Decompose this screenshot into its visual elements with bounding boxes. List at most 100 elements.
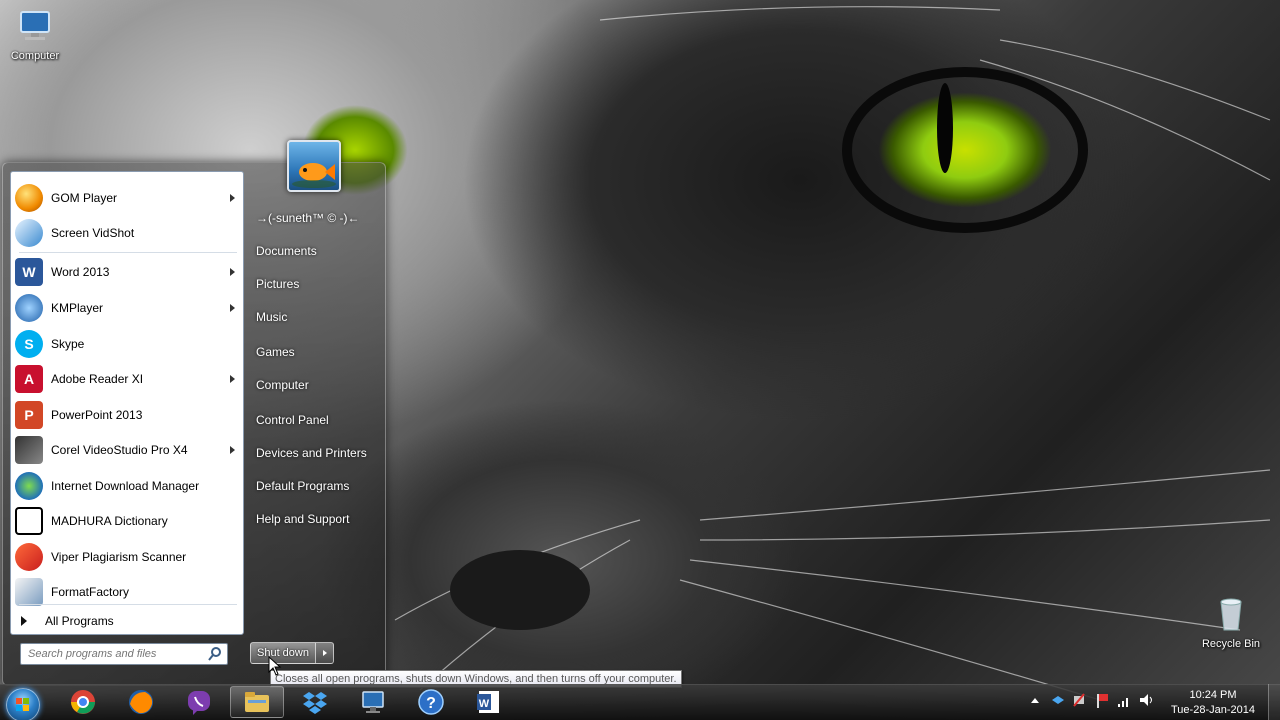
- start-item-devices-printers[interactable]: Devices and Printers: [252, 439, 380, 467]
- show-desktop-button[interactable]: [1268, 684, 1280, 720]
- start-item-label: Games: [256, 345, 295, 359]
- tray-volume-icon[interactable]: [1138, 688, 1156, 715]
- adobe-reader-icon: A: [15, 365, 43, 393]
- shutdown-button[interactable]: Shut down: [250, 642, 316, 664]
- tray-flag-icon[interactable]: [1094, 688, 1110, 715]
- submenu-arrow-icon: [230, 194, 235, 202]
- submenu-arrow-icon: [230, 268, 235, 276]
- start-button[interactable]: [6, 688, 40, 720]
- taskbar-explorer[interactable]: [230, 686, 284, 718]
- idm-icon: [15, 472, 43, 500]
- start-item-pictures[interactable]: Pictures: [252, 270, 380, 298]
- program-gom-player[interactable]: GOM Player: [11, 181, 245, 215]
- start-item-computer[interactable]: Computer: [252, 371, 380, 399]
- dropbox-icon: [303, 692, 327, 714]
- program-label: KMPlayer: [51, 301, 104, 315]
- viper-icon: [15, 543, 43, 571]
- start-item-label: Help and Support: [256, 512, 350, 526]
- taskbar-clock[interactable]: 10:24 PM Tue-28-Jan-2014: [1166, 688, 1260, 718]
- program-label: Skype: [51, 337, 85, 351]
- windows-logo-icon: [16, 698, 29, 711]
- start-item-label: Default Programs: [256, 479, 350, 493]
- taskbar-help[interactable]: ?: [404, 686, 458, 718]
- taskbar-firefox[interactable]: [114, 686, 168, 718]
- start-item-label: Music: [256, 310, 288, 324]
- start-item-user-folder[interactable]: →(-suneth™ © -)←: [252, 204, 380, 232]
- desktop-icon-computer[interactable]: Computer: [0, 6, 70, 62]
- desktop-icon-recycle-bin[interactable]: Recycle Bin: [1196, 594, 1266, 650]
- program-madhura-dictionary[interactable]: MADHURA Dictionary: [11, 504, 245, 538]
- program-screen-vidshot[interactable]: Screen VidShot: [11, 216, 245, 250]
- start-item-label: →(-suneth™ © -)←: [256, 211, 360, 225]
- start-item-help-support[interactable]: Help and Support: [252, 505, 380, 533]
- taskbar-remote-desktop[interactable]: [346, 686, 400, 718]
- program-label: Internet Download Manager: [51, 479, 200, 493]
- clock-time: 10:24 PM: [1189, 689, 1237, 701]
- user-account-picture[interactable]: [287, 140, 341, 192]
- program-label: Adobe Reader XI: [51, 372, 144, 386]
- program-corel-videostudio[interactable]: Corel VideoStudio Pro X4: [11, 433, 245, 467]
- submenu-arrow-icon: [230, 304, 235, 312]
- start-item-default-programs[interactable]: Default Programs: [252, 472, 380, 500]
- computer-icon: [15, 6, 55, 46]
- word-icon: W: [477, 691, 499, 713]
- taskbar-word[interactable]: W: [462, 686, 516, 718]
- program-adobe-reader[interactable]: A Adobe Reader XI: [11, 362, 245, 396]
- start-menu-programs-pane: GOM Player Screen VidShot W Word 2013 KM…: [10, 171, 244, 635]
- all-programs-button[interactable]: All Programs: [11, 608, 245, 634]
- clock-date: Tue-28-Jan-2014: [1171, 704, 1255, 716]
- start-item-label: Control Panel: [256, 413, 329, 427]
- all-programs-label: All Programs: [45, 614, 114, 628]
- gom-player-icon: [15, 184, 43, 212]
- tray-dropbox-icon[interactable]: [1050, 688, 1066, 715]
- explorer-icon: [245, 692, 269, 712]
- start-item-documents[interactable]: Documents: [252, 237, 380, 265]
- program-kmplayer[interactable]: KMPlayer: [11, 291, 245, 325]
- start-item-games[interactable]: Games: [252, 338, 380, 366]
- taskbar-dropbox[interactable]: [288, 686, 342, 718]
- program-label: Corel VideoStudio Pro X4: [51, 443, 188, 457]
- search-box[interactable]: [20, 643, 228, 665]
- corel-videostudio-icon: [15, 436, 43, 464]
- kmplayer-icon: [15, 294, 43, 322]
- submenu-arrow-icon: [230, 446, 235, 454]
- program-idm[interactable]: Internet Download Manager: [11, 469, 245, 503]
- search-icon[interactable]: [207, 646, 223, 662]
- taskbar-chrome[interactable]: [56, 686, 110, 718]
- program-label: GOM Player: [51, 191, 118, 205]
- mouse-cursor-icon: [268, 656, 282, 676]
- recycle-bin-icon: [1211, 594, 1251, 634]
- search-input[interactable]: [28, 648, 207, 660]
- program-powerpoint-2013[interactable]: P PowerPoint 2013: [11, 398, 245, 432]
- goldfish-icon: [292, 163, 336, 188]
- formatfactory-icon: [15, 578, 43, 606]
- viber-icon: [188, 691, 210, 715]
- start-item-music[interactable]: Music: [252, 303, 380, 331]
- remote-desktop-icon: [362, 691, 384, 713]
- tray-network-icon[interactable]: [1072, 688, 1088, 715]
- expand-arrow-icon: [21, 616, 27, 626]
- divider: [19, 252, 237, 253]
- skype-icon: S: [15, 330, 43, 358]
- start-item-label: Pictures: [256, 277, 300, 291]
- start-item-label: Documents: [256, 244, 317, 258]
- firefox-icon: [129, 690, 153, 714]
- word-icon: W: [15, 258, 43, 286]
- start-item-label: Computer: [256, 378, 309, 392]
- program-word-2013[interactable]: W Word 2013: [11, 255, 245, 289]
- powerpoint-icon: P: [15, 401, 43, 429]
- shutdown-options-button[interactable]: [316, 642, 334, 664]
- shutdown-group: Shut down: [250, 642, 334, 664]
- program-label: FormatFactory: [51, 585, 130, 599]
- program-label: Screen VidShot: [51, 226, 135, 240]
- taskbar-viber[interactable]: [172, 686, 226, 718]
- tray-show-hidden-icon[interactable]: [1028, 688, 1042, 715]
- svg-text:?: ?: [426, 695, 436, 712]
- svg-text:W: W: [479, 698, 490, 710]
- start-item-label: Devices and Printers: [256, 446, 367, 460]
- program-label: Word 2013: [51, 265, 110, 279]
- program-skype[interactable]: S Skype: [11, 327, 245, 361]
- start-item-control-panel[interactable]: Control Panel: [252, 406, 380, 434]
- tray-signal-icon[interactable]: [1116, 688, 1132, 715]
- program-viper[interactable]: Viper Plagiarism Scanner: [11, 540, 245, 574]
